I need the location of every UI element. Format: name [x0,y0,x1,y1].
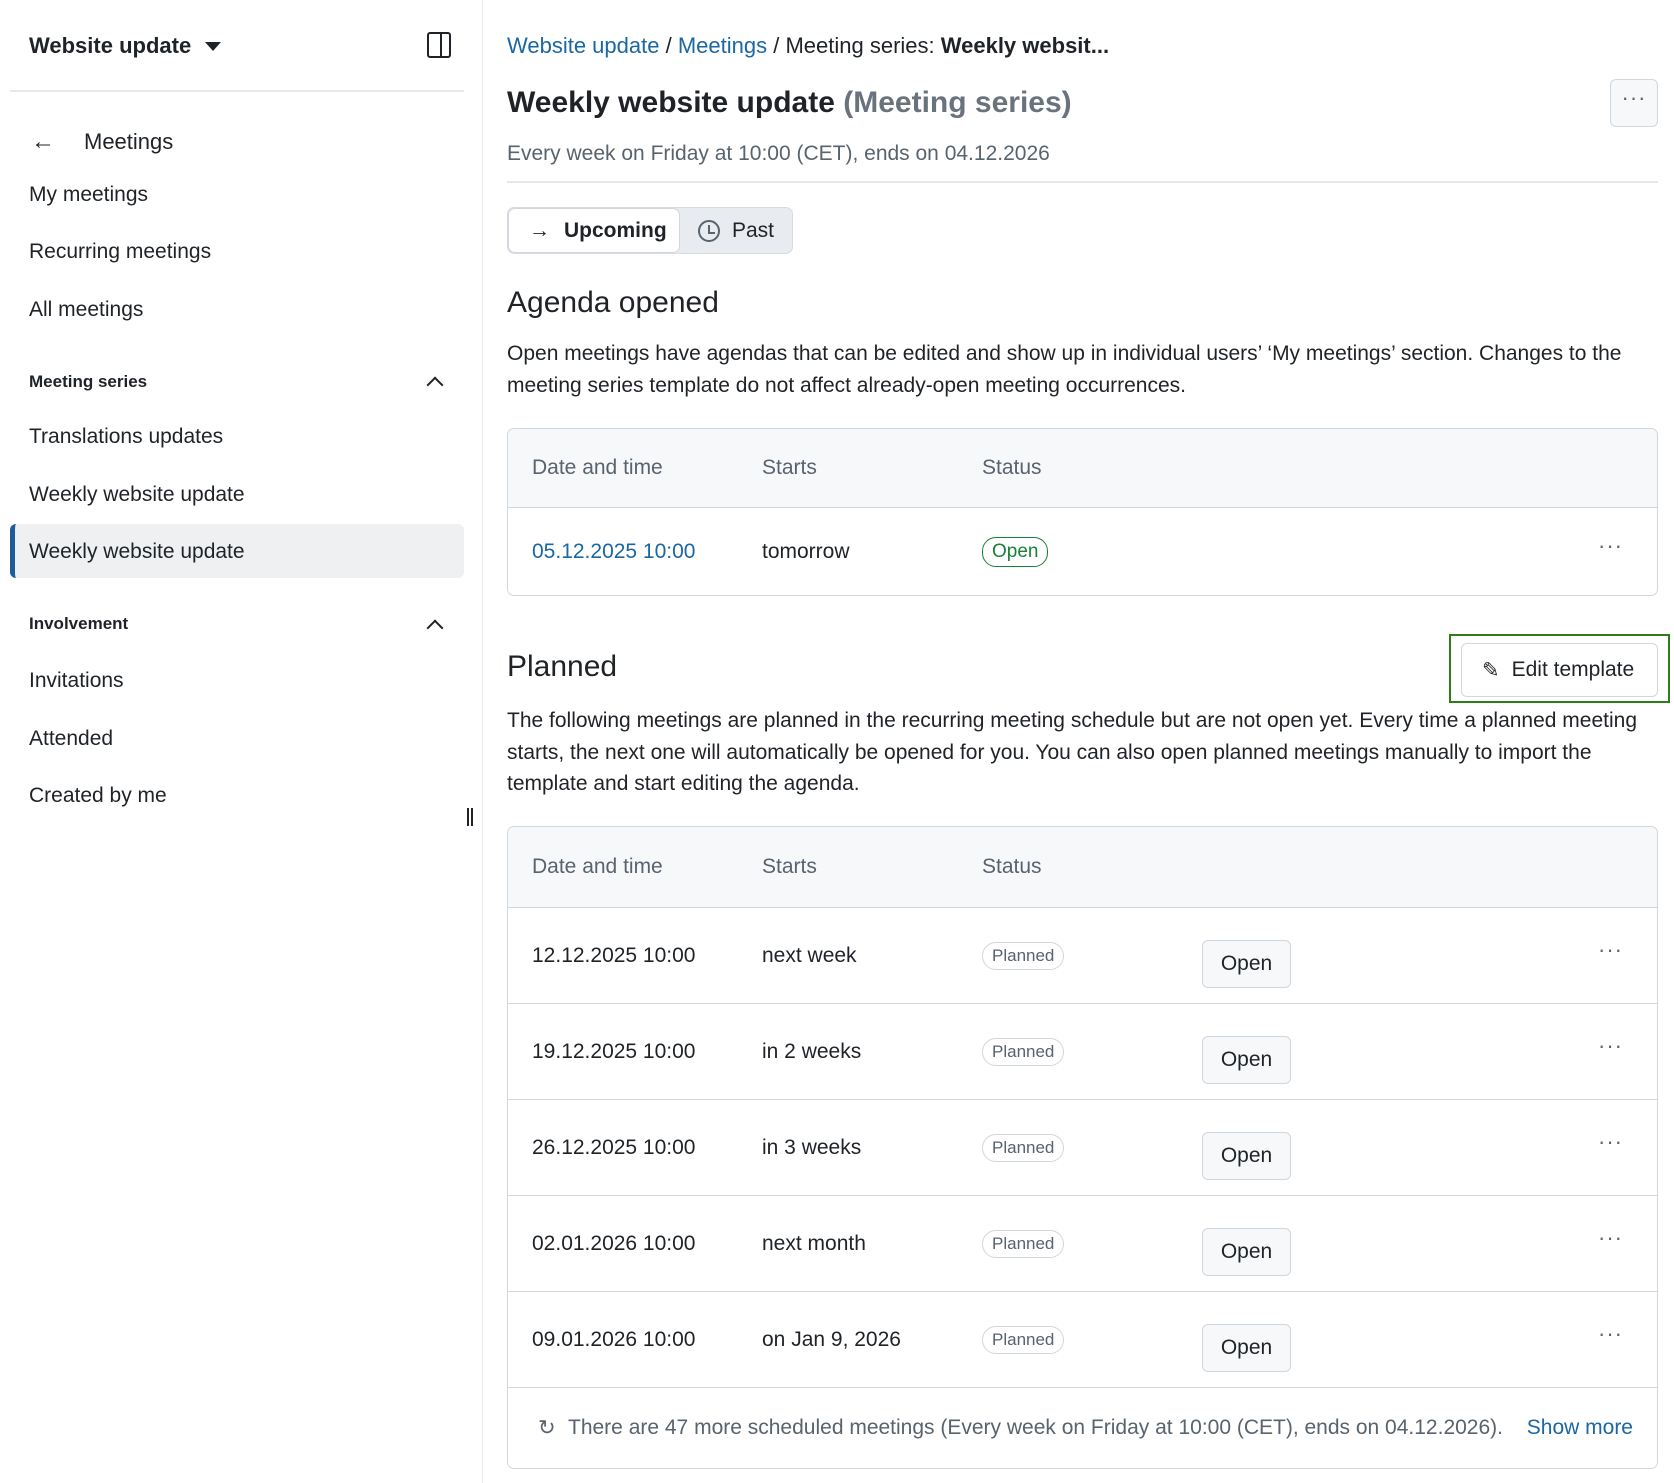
agenda-opened-description: Open meetings have agendas that can be e… [507,338,1657,401]
column-header: Status [982,456,1042,480]
sidebar-item-attended[interactable]: Attended [29,727,113,751]
planned-heading: Planned [507,650,617,684]
chevron-up-icon[interactable] [427,620,444,637]
sidebar: Website update ← Meetings My meetings Re… [0,0,483,1483]
refresh-icon: ↻ [538,1416,556,1441]
open-meeting-button[interactable]: Open [1202,1324,1291,1372]
status-badge: Open [982,537,1048,567]
row-menu-icon[interactable]: ··· [1598,1225,1623,1251]
meeting-starts: tomorrow [762,540,850,564]
planned-table: Date and time Starts Status 12.12.2025 1… [507,826,1658,1469]
status-badge: Planned [982,1038,1064,1066]
row-menu-icon[interactable]: ··· [1598,533,1623,559]
opened-table: Date and time Starts Status 05.12.2025 1… [507,428,1658,596]
meeting-starts: on Jan 9, 2026 [762,1328,901,1352]
schedule-subtitle: Every week on Friday at 10:00 (CET), end… [507,142,1050,166]
show-more-link[interactable]: Show more [1527,1416,1633,1440]
status-badge: Planned [982,1326,1064,1354]
open-meeting-button[interactable]: Open [1202,1036,1291,1084]
breadcrumb-meetings[interactable]: Meetings [678,33,767,58]
open-meeting-button[interactable]: Open [1202,1132,1291,1180]
tab-switcher: → Upcoming Past [507,207,793,254]
table-header: Date and time Starts Status [508,827,1657,908]
more-meetings-footer: ↻ There are 47 more scheduled meetings (… [508,1388,1657,1468]
row-menu-icon[interactable]: ··· [1598,1129,1623,1155]
more-meetings-text: There are 47 more scheduled meetings (Ev… [568,1416,1503,1440]
sidebar-item-my-meetings[interactable]: My meetings [29,183,148,207]
breadcrumb-current: Weekly websit... [941,33,1109,58]
breadcrumb-project[interactable]: Website update [507,33,659,58]
column-header: Date and time [532,456,663,480]
column-header: Status [982,855,1042,879]
breadcrumb: Website update / Meetings / Meeting seri… [507,33,1109,59]
arrow-right-icon: → [529,219,550,243]
meeting-date: 12.12.2025 10:00 [532,944,696,968]
sidebar-item-all[interactable]: All meetings [29,298,143,322]
tab-upcoming-label: Upcoming [564,219,667,243]
meeting-date: 09.01.2026 10:00 [532,1328,696,1352]
meeting-starts: next week [762,944,857,968]
sidebar-series-item[interactable]: Translations updates [29,425,223,449]
sidebar-item-invitations[interactable]: Invitations [29,669,124,693]
sidebar-item-created[interactable]: Created by me [29,784,167,808]
history-icon [698,220,720,242]
meeting-date: 19.12.2025 10:00 [532,1040,696,1064]
status-badge: Planned [982,942,1064,970]
table-row: 05.12.2025 10:00 tomorrow Open ··· [508,508,1657,595]
more-actions-button[interactable]: ··· [1610,79,1658,127]
project-name: Website update [29,33,191,59]
breadcrumb-prefix: Meeting series: [785,33,940,58]
chevron-up-icon[interactable] [427,377,444,394]
meeting-date: 26.12.2025 10:00 [532,1136,696,1160]
title-suffix: (Meeting series) [843,86,1071,119]
meeting-starts: next month [762,1232,866,1256]
status-badge: Planned [982,1134,1064,1162]
row-menu-icon[interactable]: ··· [1598,1033,1623,1059]
table-row: 26.12.2025 10:00 in 3 weeks Planned Open… [508,1100,1657,1196]
back-arrow-icon[interactable]: ← [31,128,55,156]
agenda-opened-heading: Agenda opened [507,286,719,320]
row-menu-icon[interactable]: ··· [1598,937,1623,963]
divider [10,90,464,92]
open-meeting-button[interactable]: Open [1202,1228,1291,1276]
table-row: 09.01.2026 10:00 on Jan 9, 2026 Planned … [508,1292,1657,1388]
status-badge: Planned [982,1230,1064,1258]
divider [507,181,1658,183]
sidebar-item-recurring[interactable]: Recurring meetings [29,240,211,264]
table-row: 02.01.2026 10:00 next month Planned Open… [508,1196,1657,1292]
meeting-starts: in 3 weeks [762,1136,861,1160]
tab-upcoming[interactable]: → Upcoming [508,208,680,253]
table-row: 12.12.2025 10:00 next week Planned Open … [508,908,1657,1004]
meeting-starts: in 2 weeks [762,1040,861,1064]
sidebar-series-item-active[interactable]: Weekly website update [29,540,245,564]
planned-description: The following meetings are planned in th… [507,705,1657,800]
row-menu-icon[interactable]: ··· [1598,1321,1623,1347]
column-header: Starts [762,456,817,480]
sidebar-back-meetings[interactable]: Meetings [84,129,173,155]
open-meeting-button[interactable]: Open [1202,940,1291,988]
meeting-date: 02.01.2026 10:00 [532,1232,696,1256]
resize-handle[interactable] [467,808,473,826]
collapse-sidebar-icon[interactable] [427,32,451,58]
sidebar-series-item[interactable]: Weekly website update [29,483,245,507]
edit-template-button[interactable]: ✎ Edit template [1461,643,1658,697]
column-header: Starts [762,855,817,879]
tab-past[interactable]: Past [698,208,774,253]
page-title: Weekly website update (Meeting series) [507,86,1072,120]
meeting-series-heading: Meeting series [29,372,147,392]
title-text: Weekly website update [507,86,835,119]
table-header: Date and time Starts Status [508,429,1657,508]
tab-past-label: Past [732,219,774,243]
edit-template-label: Edit template [1512,658,1635,682]
column-header: Date and time [532,855,663,879]
project-selector[interactable]: Website update [29,33,221,59]
involvement-heading: Involvement [29,614,128,634]
pencil-icon: ✎ [1482,658,1500,683]
caret-down-icon [205,42,221,51]
table-row: 19.12.2025 10:00 in 2 weeks Planned Open… [508,1004,1657,1100]
meeting-date-link[interactable]: 05.12.2025 10:00 [532,540,696,564]
